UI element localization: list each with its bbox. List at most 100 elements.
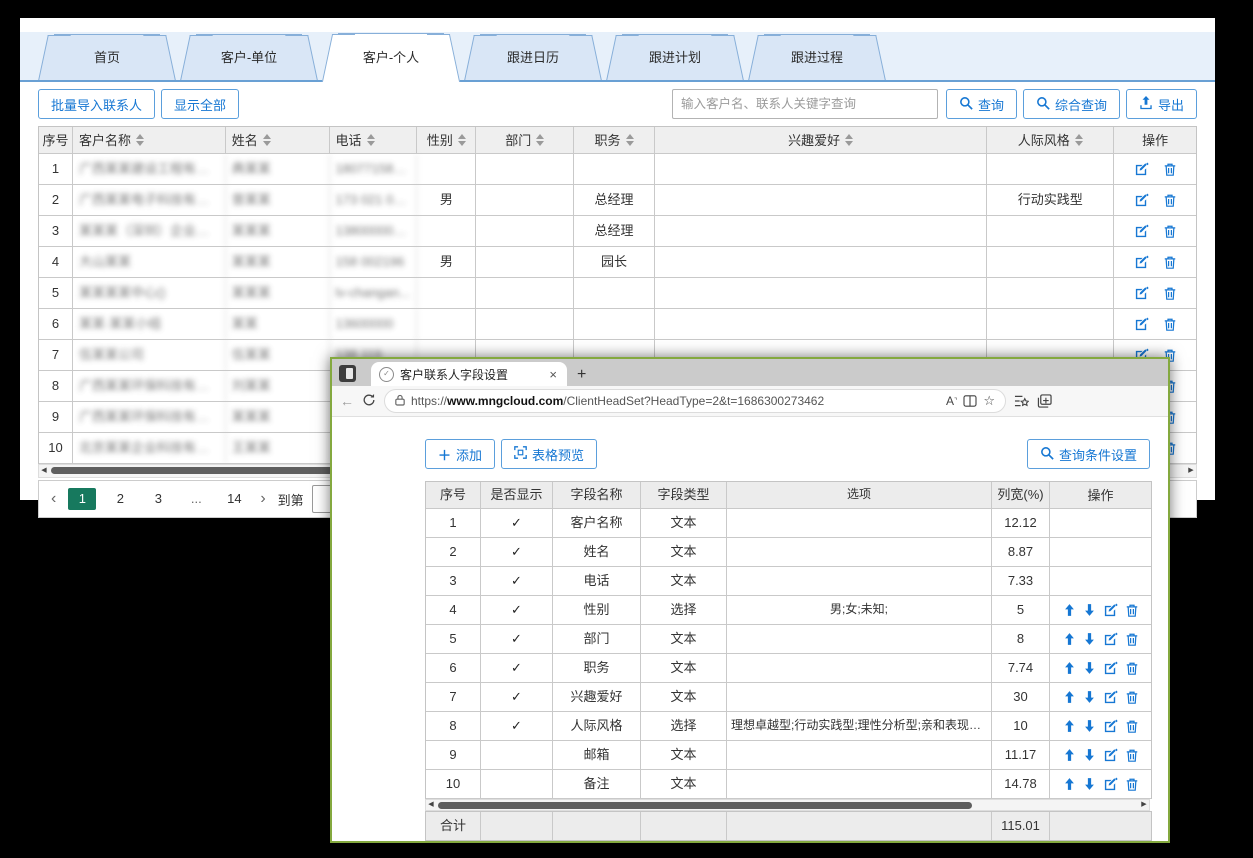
scroll-left-arrow[interactable]: ◀ xyxy=(426,800,436,810)
move-up-icon[interactable] xyxy=(1063,748,1076,762)
prev-page-chevron[interactable]: ‹ xyxy=(47,490,60,508)
delete-icon[interactable] xyxy=(1125,661,1139,676)
app-tab-首页[interactable]: 首页 xyxy=(54,34,160,80)
edit-icon[interactable] xyxy=(1103,748,1118,763)
favorites-hub-icon[interactable] xyxy=(1014,394,1029,408)
scroll-right-arrow[interactable]: ▶ xyxy=(1139,800,1149,810)
app-tab-跟进过程[interactable]: 跟进过程 xyxy=(764,34,870,80)
move-down-icon[interactable] xyxy=(1083,748,1096,762)
delete-icon[interactable] xyxy=(1125,603,1139,618)
sort-icon[interactable] xyxy=(1075,134,1083,146)
pagination-page[interactable]: 14 xyxy=(220,488,248,510)
move-up-icon[interactable] xyxy=(1063,777,1076,791)
advanced-query-button[interactable]: 综合查询 xyxy=(1023,89,1120,119)
column-header-label: 操作 xyxy=(1142,128,1168,153)
move-down-icon[interactable] xyxy=(1083,661,1096,675)
delete-icon[interactable] xyxy=(1125,719,1139,734)
url-field[interactable]: https://www.mngcloud.com/ClientHeadSet?H… xyxy=(384,389,1006,413)
column-header[interactable]: 部门 xyxy=(476,127,574,153)
delete-icon[interactable] xyxy=(1163,224,1177,239)
app-tab-跟进日历[interactable]: 跟进日历 xyxy=(480,34,586,80)
delete-icon[interactable] xyxy=(1163,286,1177,301)
search-input[interactable] xyxy=(672,89,938,119)
show-all-button[interactable]: 显示全部 xyxy=(161,89,239,119)
move-up-icon[interactable] xyxy=(1063,661,1076,675)
app-tab-客户-单位[interactable]: 客户-单位 xyxy=(196,34,302,80)
cell-contact-name: 曾某某 xyxy=(226,185,330,215)
edit-icon[interactable] xyxy=(1134,162,1149,177)
sort-icon[interactable] xyxy=(136,134,144,146)
delete-icon[interactable] xyxy=(1163,317,1177,332)
move-up-icon[interactable] xyxy=(1063,719,1076,733)
edit-icon[interactable] xyxy=(1134,317,1149,332)
delete-icon[interactable] xyxy=(1163,162,1177,177)
delete-icon[interactable] xyxy=(1125,777,1139,792)
column-header[interactable]: 职务 xyxy=(574,127,655,153)
column-header[interactable]: 兴趣爱好 xyxy=(655,127,987,153)
edit-icon[interactable] xyxy=(1103,777,1118,792)
sort-icon[interactable] xyxy=(536,134,544,146)
sort-icon[interactable] xyxy=(458,134,466,146)
move-up-icon[interactable] xyxy=(1063,690,1076,704)
edit-icon[interactable] xyxy=(1134,224,1149,239)
favorite-star-icon[interactable]: ☆ xyxy=(983,393,995,409)
move-down-icon[interactable] xyxy=(1083,632,1096,646)
goto-label: 到第 xyxy=(278,490,304,509)
refresh-icon[interactable] xyxy=(362,393,376,410)
cell-customer-name: 伍某某公司 xyxy=(73,340,226,370)
query-settings-button[interactable]: 查询条件设置 xyxy=(1027,439,1150,469)
delete-icon[interactable] xyxy=(1125,748,1139,763)
collections-icon[interactable] xyxy=(1037,394,1052,408)
settings-horizontal-scrollbar[interactable]: ◀ ▶ xyxy=(425,799,1150,811)
edit-icon[interactable] xyxy=(1103,690,1118,705)
sort-icon[interactable] xyxy=(263,134,271,146)
table-preview-button[interactable]: 表格预览 xyxy=(501,439,597,469)
delete-icon[interactable] xyxy=(1125,632,1139,647)
delete-icon[interactable] xyxy=(1163,193,1177,208)
next-page-chevron[interactable]: › xyxy=(256,490,269,508)
edit-icon[interactable] xyxy=(1134,255,1149,270)
split-screen-icon[interactable] xyxy=(963,395,977,407)
sort-icon[interactable] xyxy=(845,134,853,146)
move-down-icon[interactable] xyxy=(1083,690,1096,704)
cell-customer-name: 广西某某电子科技有限公司 xyxy=(73,185,226,215)
move-down-icon[interactable] xyxy=(1083,603,1096,617)
edit-icon[interactable] xyxy=(1134,193,1149,208)
tab-actions-icon[interactable] xyxy=(339,365,356,382)
column-header[interactable]: 电话 xyxy=(330,127,418,153)
app-tab-跟进计划[interactable]: 跟进计划 xyxy=(622,34,728,80)
scroll-right-arrow[interactable]: ▶ xyxy=(1186,466,1196,476)
edit-icon[interactable] xyxy=(1103,661,1118,676)
scrollbar-thumb[interactable] xyxy=(438,802,972,809)
scroll-left-arrow[interactable]: ◀ xyxy=(39,466,49,476)
new-tab-icon[interactable]: + xyxy=(577,366,586,384)
sort-icon[interactable] xyxy=(626,134,634,146)
column-header[interactable]: 姓名 xyxy=(226,127,330,153)
move-up-icon[interactable] xyxy=(1063,603,1076,617)
delete-icon[interactable] xyxy=(1125,690,1139,705)
edit-icon[interactable] xyxy=(1134,286,1149,301)
edit-icon[interactable] xyxy=(1103,603,1118,618)
query-button[interactable]: 查询 xyxy=(946,89,1017,119)
close-tab-icon[interactable]: × xyxy=(547,367,559,382)
app-tab-客户-个人[interactable]: 客户-个人 xyxy=(338,33,444,82)
column-header[interactable]: 客户名称 xyxy=(73,127,226,153)
column-header[interactable]: 性别 xyxy=(417,127,476,153)
export-button[interactable]: 导出 xyxy=(1126,89,1197,119)
move-up-icon[interactable] xyxy=(1063,632,1076,646)
move-down-icon[interactable] xyxy=(1083,719,1096,733)
batch-import-button[interactable]: 批量导入联系人 xyxy=(38,89,155,119)
pagination-page[interactable]: 2 xyxy=(106,488,134,510)
delete-icon[interactable] xyxy=(1163,255,1177,270)
browser-tab[interactable]: ✓ 客户联系人字段设置 × xyxy=(371,362,567,386)
move-down-icon[interactable] xyxy=(1083,777,1096,791)
edit-icon[interactable] xyxy=(1103,719,1118,734)
sort-icon[interactable] xyxy=(367,134,375,146)
column-header[interactable]: 人际风格 xyxy=(987,127,1114,153)
read-aloud-icon[interactable]: A⌝ xyxy=(946,394,957,408)
back-icon[interactable]: ← xyxy=(340,393,354,409)
add-field-button[interactable]: ＋ 添加 xyxy=(425,439,495,469)
edit-icon[interactable] xyxy=(1103,632,1118,647)
pagination-page[interactable]: 1 xyxy=(68,488,96,510)
pagination-page[interactable]: 3 xyxy=(144,488,172,510)
